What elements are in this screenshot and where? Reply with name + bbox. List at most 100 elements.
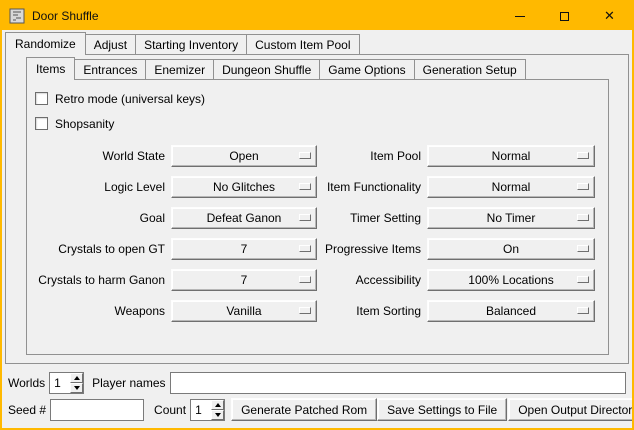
arrow-up-icon bbox=[215, 403, 221, 407]
count-value: 1 bbox=[191, 400, 211, 420]
tab-adjust[interactable]: Adjust bbox=[85, 34, 136, 54]
goal-label: Goal bbox=[29, 211, 171, 225]
dropdown-indicator-icon bbox=[577, 214, 589, 221]
player-names-label: Player names bbox=[92, 376, 165, 390]
seed-input[interactable] bbox=[50, 399, 144, 421]
item-pool-dropdown[interactable]: Normal bbox=[427, 145, 595, 167]
tab-enemizer[interactable]: Enemizer bbox=[145, 59, 214, 79]
arrow-up-icon bbox=[74, 376, 80, 380]
shopsanity-label: Shopsanity bbox=[55, 117, 114, 131]
item-functionality-dropdown[interactable]: Normal bbox=[427, 176, 595, 198]
item-pool-label: Item Pool bbox=[317, 149, 427, 163]
app-window: Door Shuffle ✕ Randomize Adjust Starting… bbox=[0, 0, 634, 430]
minimize-icon bbox=[515, 16, 525, 17]
settings-row: Goal Defeat Ganon Timer Setting No Timer bbox=[27, 202, 608, 233]
seed-row: Seed # Count 1 Generate Patched Rom Save… bbox=[8, 398, 626, 421]
tab-randomize[interactable]: Randomize bbox=[5, 32, 86, 55]
spin-up-button[interactable] bbox=[211, 400, 224, 410]
right-button-group: Save Settings to File Open Output Direct… bbox=[377, 398, 634, 421]
weapons-value: Vanilla bbox=[226, 304, 261, 318]
progressive-items-value: On bbox=[503, 242, 519, 256]
close-icon: ✕ bbox=[604, 8, 615, 24]
timer-setting-value: No Timer bbox=[487, 211, 536, 225]
weapons-label: Weapons bbox=[29, 304, 171, 318]
progressive-items-dropdown[interactable]: On bbox=[427, 238, 595, 260]
count-spin-arrows bbox=[211, 400, 224, 420]
accessibility-label: Accessibility bbox=[317, 273, 427, 287]
dropdown-indicator-icon bbox=[299, 307, 311, 314]
shopsanity-checkbox[interactable] bbox=[35, 117, 48, 130]
minimize-button[interactable] bbox=[497, 2, 542, 30]
worlds-spinbox[interactable]: 1 bbox=[49, 372, 84, 394]
tab-items[interactable]: Items bbox=[26, 57, 75, 80]
dropdown-indicator-icon bbox=[299, 276, 311, 283]
world-state-dropdown[interactable]: Open bbox=[171, 145, 317, 167]
save-settings-button[interactable]: Save Settings to File bbox=[377, 398, 507, 421]
crystals-ganon-label: Crystals to harm Ganon bbox=[29, 273, 171, 287]
dropdown-indicator-icon bbox=[577, 276, 589, 283]
count-spinbox[interactable]: 1 bbox=[190, 399, 225, 421]
goal-dropdown[interactable]: Defeat Ganon bbox=[171, 207, 317, 229]
item-functionality-label: Item Functionality bbox=[317, 180, 427, 194]
dropdown-indicator-icon bbox=[577, 152, 589, 159]
tab-dungeon-shuffle[interactable]: Dungeon Shuffle bbox=[213, 59, 320, 79]
tab-custom-item-pool[interactable]: Custom Item Pool bbox=[246, 34, 359, 54]
settings-row: Crystals to open GT 7 Progressive Items … bbox=[27, 233, 608, 264]
settings-row: Logic Level No Glitches Item Functionali… bbox=[27, 171, 608, 202]
tab-starting-inventory[interactable]: Starting Inventory bbox=[135, 34, 247, 54]
world-state-value: Open bbox=[229, 149, 258, 163]
dropdown-indicator-icon bbox=[577, 245, 589, 252]
worlds-spin-arrows bbox=[70, 373, 83, 393]
logic-level-dropdown[interactable]: No Glitches bbox=[171, 176, 317, 198]
crystals-ganon-value: 7 bbox=[241, 273, 248, 287]
spin-up-button[interactable] bbox=[70, 373, 83, 383]
maximize-icon bbox=[560, 12, 569, 21]
item-sorting-value: Balanced bbox=[486, 304, 536, 318]
worlds-label: Worlds bbox=[8, 376, 45, 390]
goal-value: Defeat Ganon bbox=[207, 211, 282, 225]
crystals-gt-value: 7 bbox=[241, 242, 248, 256]
settings-row: Weapons Vanilla Item Sorting Balanced bbox=[27, 295, 608, 326]
arrow-down-icon bbox=[215, 413, 221, 417]
player-names-input[interactable] bbox=[170, 372, 627, 394]
logic-level-value: No Glitches bbox=[213, 180, 275, 194]
app-icon[interactable] bbox=[9, 8, 25, 24]
item-sorting-dropdown[interactable]: Balanced bbox=[427, 300, 595, 322]
crystals-ganon-dropdown[interactable]: 7 bbox=[171, 269, 317, 291]
tab-game-options[interactable]: Game Options bbox=[319, 59, 414, 79]
worlds-row: Worlds 1 Player names bbox=[8, 371, 626, 394]
settings-rows: World State Open Item Pool Normal Logic … bbox=[27, 140, 608, 326]
close-button[interactable]: ✕ bbox=[587, 2, 632, 30]
generate-button[interactable]: Generate Patched Rom bbox=[231, 398, 377, 421]
dropdown-indicator-icon bbox=[299, 183, 311, 190]
retro-mode-checkbox[interactable] bbox=[35, 92, 48, 105]
progressive-items-label: Progressive Items bbox=[317, 242, 427, 256]
count-label: Count bbox=[154, 403, 186, 417]
item-sorting-label: Item Sorting bbox=[317, 304, 427, 318]
crystals-gt-dropdown[interactable]: 7 bbox=[171, 238, 317, 260]
settings-row: World State Open Item Pool Normal bbox=[27, 140, 608, 171]
dropdown-indicator-icon bbox=[299, 152, 311, 159]
item-functionality-value: Normal bbox=[492, 180, 531, 194]
titlebar[interactable]: Door Shuffle ✕ bbox=[2, 2, 632, 30]
weapons-dropdown[interactable]: Vanilla bbox=[171, 300, 317, 322]
world-state-label: World State bbox=[29, 149, 171, 163]
shopsanity-row: Shopsanity bbox=[27, 111, 608, 136]
window-controls: ✕ bbox=[497, 2, 632, 30]
items-pane: Retro mode (universal keys) Shopsanity W… bbox=[26, 79, 609, 355]
maximize-button[interactable] bbox=[542, 2, 587, 30]
item-pool-value: Normal bbox=[492, 149, 531, 163]
tab-generation-setup[interactable]: Generation Setup bbox=[414, 59, 526, 79]
timer-setting-dropdown[interactable]: No Timer bbox=[427, 207, 595, 229]
open-output-button[interactable]: Open Output Directory bbox=[508, 398, 634, 421]
settings-row: Crystals to harm Ganon 7 Accessibility 1… bbox=[27, 264, 608, 295]
dropdown-indicator-icon bbox=[577, 307, 589, 314]
spin-down-button[interactable] bbox=[70, 383, 83, 393]
tab-entrances[interactable]: Entrances bbox=[74, 59, 146, 79]
dropdown-indicator-icon bbox=[299, 245, 311, 252]
crystals-gt-label: Crystals to open GT bbox=[29, 242, 171, 256]
accessibility-dropdown[interactable]: 100% Locations bbox=[427, 269, 595, 291]
retro-mode-label: Retro mode (universal keys) bbox=[55, 92, 205, 106]
seed-label: Seed # bbox=[8, 403, 46, 417]
spin-down-button[interactable] bbox=[211, 410, 224, 420]
